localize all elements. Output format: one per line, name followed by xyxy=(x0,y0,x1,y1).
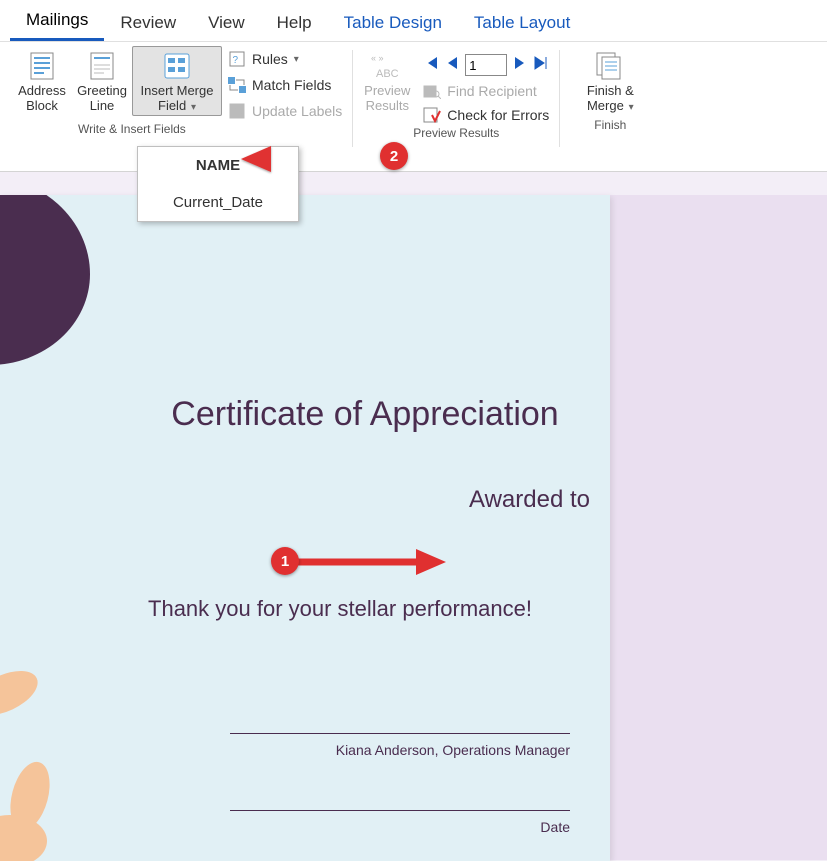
greeting-line-icon xyxy=(84,48,120,84)
match-fields-button[interactable]: Match Fields xyxy=(228,76,342,94)
group-label-finish: Finish xyxy=(594,118,626,136)
tab-view[interactable]: View xyxy=(192,7,261,41)
record-navigator xyxy=(423,50,549,76)
svg-text:« »: « » xyxy=(371,53,384,63)
chevron-down-icon: ▾ xyxy=(188,102,196,113)
tab-bar: Mailings Review View Help Table Design T… xyxy=(0,0,827,42)
insert-merge-field-button[interactable]: Insert Merge Field ▾ xyxy=(132,46,222,116)
tab-review[interactable]: Review xyxy=(104,7,192,41)
finish-merge-button[interactable]: Finish & Merge ▾ xyxy=(580,46,640,116)
preview-results-button: « »ABC Preview Results xyxy=(357,46,417,116)
last-record-button[interactable] xyxy=(533,55,549,76)
svg-text:ABC: ABC xyxy=(376,68,399,80)
group-label-preview: Preview Results xyxy=(413,126,499,144)
tab-table-design[interactable]: Table Design xyxy=(328,7,458,41)
date-line xyxy=(230,810,570,811)
group-label-write-insert: Write & Insert Fields xyxy=(4,122,186,140)
greeting-line-button[interactable]: Greeting Line xyxy=(72,46,132,116)
check-errors-button[interactable]: Check for Errors xyxy=(423,106,549,124)
prev-record-button[interactable] xyxy=(445,55,459,76)
record-number-input[interactable] xyxy=(465,54,507,76)
date-label[interactable]: Date xyxy=(230,819,570,835)
svg-text:?: ? xyxy=(233,55,239,66)
update-labels-button: Update Labels xyxy=(228,102,342,120)
insert-merge-field-icon xyxy=(159,48,195,84)
address-block-button[interactable]: Address Block xyxy=(12,46,72,116)
decorative-blob xyxy=(0,815,47,861)
finish-merge-icon xyxy=(592,48,628,84)
tab-table-layout[interactable]: Table Layout xyxy=(458,7,586,41)
match-fields-icon xyxy=(228,76,246,94)
rules-icon: ? xyxy=(228,50,246,68)
tab-help[interactable]: Help xyxy=(261,7,328,41)
decorative-blob xyxy=(0,195,90,365)
awarded-to-label[interactable]: Awarded to xyxy=(0,486,590,514)
tab-mailings[interactable]: Mailings xyxy=(10,4,104,41)
preview-results-icon: « » ABC xyxy=(369,48,405,84)
document-canvas: Certificate of Appreciation Awarded to T… xyxy=(0,195,827,860)
update-labels-icon xyxy=(228,102,246,120)
chevron-down-icon: ▾ xyxy=(626,102,634,113)
annotation-badge-2: 2 xyxy=(380,142,408,170)
address-block-icon xyxy=(24,48,60,84)
thanks-text[interactable]: Thank you for your stellar performance! xyxy=(0,596,590,622)
rules-button[interactable]: ? Rules ▾ xyxy=(228,50,342,68)
next-record-button[interactable] xyxy=(513,55,527,76)
chevron-down-icon: ▾ xyxy=(294,54,299,65)
certificate-title[interactable]: Certificate of Appreciation xyxy=(0,395,590,434)
find-recipient-icon xyxy=(423,82,441,100)
signature-block: Kiana Anderson, Operations Manager Date xyxy=(230,733,570,835)
check-errors-icon xyxy=(423,106,441,124)
group-finish: Finish & Merge ▾ Finish xyxy=(560,42,660,171)
document-page[interactable]: Certificate of Appreciation Awarded to T… xyxy=(0,195,610,861)
merge-field-item-current-date[interactable]: Current_Date xyxy=(138,184,298,221)
signer-name[interactable]: Kiana Anderson, Operations Manager xyxy=(230,742,570,758)
signature-line xyxy=(230,733,570,734)
find-recipient-button: Find Recipient xyxy=(423,82,549,100)
first-record-button[interactable] xyxy=(423,55,439,76)
annotation-badge-1: 1 xyxy=(271,547,299,575)
